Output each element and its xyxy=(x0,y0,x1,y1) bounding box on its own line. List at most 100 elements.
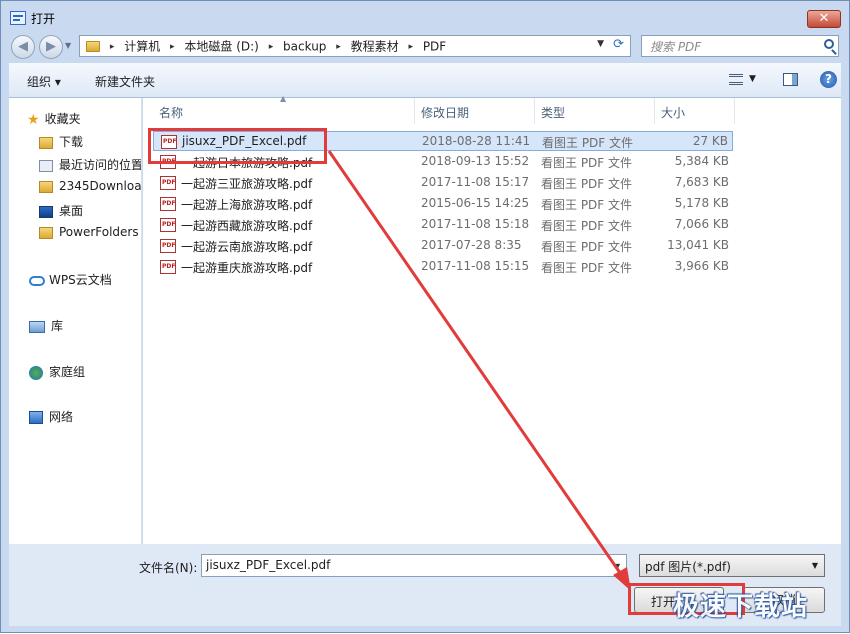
column-header-size[interactable]: 大小 xyxy=(661,104,685,121)
desktop-icon xyxy=(39,205,53,218)
file-size: 13,041 KB xyxy=(667,238,729,252)
file-date: 2015-06-15 14:25 xyxy=(421,196,530,210)
network-icon xyxy=(29,411,43,424)
file-type: 看图王 PDF 文件 xyxy=(542,136,634,150)
sidebar-item-network[interactable]: 网络 xyxy=(29,408,73,425)
pdf-file-icon xyxy=(160,239,176,253)
column-divider[interactable] xyxy=(414,98,415,124)
file-size: 5,178 KB xyxy=(674,196,729,210)
command-bar: 组织 ▾ 新建文件夹 ▼ ? xyxy=(9,63,841,98)
file-type: 看图王 PDF 文件 xyxy=(541,240,633,254)
breadcrumb-backup[interactable]: backup xyxy=(283,40,326,54)
sidebar-item-label: 2345Downloads xyxy=(59,179,142,193)
pdf-file-icon xyxy=(160,197,176,211)
sidebar-item-label: PowerFolders xyxy=(59,225,139,239)
chevron-right-icon[interactable]: ▸ xyxy=(170,42,175,52)
filename-field[interactable]: jisuxz_PDF_Excel.pdf xyxy=(201,554,627,577)
file-size: 27 KB xyxy=(692,134,728,148)
sort-ascending-icon: ▲ xyxy=(280,94,287,103)
file-date: 2017-11-08 15:18 xyxy=(421,217,530,231)
watermark-logo: 极速下载站 xyxy=(673,592,809,622)
preview-pane-icon[interactable] xyxy=(783,73,798,86)
file-date: 2017-11-08 15:17 xyxy=(421,175,530,189)
chevron-right-icon[interactable]: ▸ xyxy=(110,42,115,52)
view-dropdown-icon[interactable]: ▼ xyxy=(749,74,756,84)
file-date: 2018-09-13 15:52 xyxy=(421,154,530,168)
breadcrumb-materials[interactable]: 教程素材 xyxy=(351,40,399,54)
file-name: 一起游西藏旅游攻略.pdf xyxy=(181,219,313,233)
column-divider[interactable] xyxy=(534,98,535,124)
folder-icon xyxy=(86,41,100,52)
sidebar-item-label: 收藏夹 xyxy=(44,112,81,126)
sidebar-item-label: 最近访问的位置 xyxy=(59,158,142,172)
close-button[interactable]: ✕ xyxy=(807,10,841,28)
view-options-icon[interactable] xyxy=(729,74,743,85)
file-date: 2017-11-08 15:15 xyxy=(421,259,530,273)
file-row[interactable]: 一起游重庆旅游攻略.pdf 2017-11-08 15:15 看图王 PDF 文… xyxy=(153,257,733,277)
back-button[interactable]: ◀ xyxy=(11,35,35,59)
file-name: 一起游云南旅游攻略.pdf xyxy=(181,240,313,254)
address-dropdown-icon[interactable]: ▼ xyxy=(597,39,604,49)
recent-places-icon xyxy=(39,159,53,172)
file-row[interactable]: 一起游上海旅游攻略.pdf 2015-06-15 14:25 看图王 PDF 文… xyxy=(153,194,733,214)
sidebar-item-label: 桌面 xyxy=(59,204,84,218)
file-name: 一起游上海旅游攻略.pdf xyxy=(181,198,313,212)
sidebar-item-downloads[interactable]: 下载 xyxy=(39,133,83,150)
sidebar-item-2345downloads[interactable]: 2345Downloads xyxy=(39,179,142,193)
folder-icon xyxy=(39,226,53,239)
chevron-right-icon[interactable]: ▸ xyxy=(336,42,341,52)
sidebar-item-favorites[interactable]: ★ 收藏夹 xyxy=(27,110,81,128)
column-divider[interactable] xyxy=(654,98,655,124)
sidebar-item-label: WPS云文档 xyxy=(49,273,112,287)
sidebar-item-wps-cloud[interactable]: WPS云文档 xyxy=(29,271,112,288)
breadcrumb-pdf[interactable]: PDF xyxy=(423,40,446,54)
sidebar-item-label: 库 xyxy=(51,319,64,333)
column-header-name[interactable]: 名称 xyxy=(159,104,183,121)
sidebar-item-label: 网络 xyxy=(49,410,74,424)
pdf-file-icon xyxy=(160,260,176,274)
column-header-type[interactable]: 类型 xyxy=(541,104,565,121)
search-box[interactable] xyxy=(641,35,839,57)
pdf-file-icon xyxy=(160,176,176,190)
breadcrumb: ▸ 计算机 ▸ 本地磁盘 (D:) ▸ backup ▸ 教程素材 ▸ PDF xyxy=(86,38,446,55)
filetype-select[interactable]: pdf 图片(*.pdf) ▼ xyxy=(639,554,825,577)
highlight-box-file xyxy=(148,128,327,164)
file-size: 7,683 KB xyxy=(674,175,729,189)
new-folder-button[interactable]: 新建文件夹 xyxy=(95,73,155,90)
star-icon: ★ xyxy=(27,111,40,128)
forward-button[interactable]: ▶ xyxy=(39,35,63,59)
breadcrumb-drive[interactable]: 本地磁盘 (D:) xyxy=(184,40,258,54)
open-dialog: 打开 ✕ ◀ ▶ ▼ ▸ 计算机 ▸ 本地磁盘 (D:) ▸ backup ▸ … xyxy=(0,0,850,633)
help-icon[interactable]: ? xyxy=(820,71,837,88)
organize-button[interactable]: 组织 ▾ xyxy=(27,73,61,90)
file-row[interactable]: 一起游云南旅游攻略.pdf 2017-07-28 8:35 看图王 PDF 文件… xyxy=(153,236,733,256)
refresh-icon[interactable]: ⟳ xyxy=(613,37,624,52)
sidebar-item-desktop[interactable]: 桌面 xyxy=(39,202,83,219)
navigation-pane: ★ 收藏夹 下载 最近访问的位置 2345Downloads 桌面 PowerFo… xyxy=(9,98,142,544)
file-row[interactable]: 一起游西藏旅游攻略.pdf 2017-11-08 15:18 看图王 PDF 文… xyxy=(153,215,733,235)
file-type: 看图王 PDF 文件 xyxy=(541,156,633,170)
sidebar-item-recent[interactable]: 最近访问的位置 xyxy=(39,156,142,173)
chevron-right-icon[interactable]: ▸ xyxy=(408,42,413,52)
sidebar-item-homegroup[interactable]: 家庭组 xyxy=(29,363,85,380)
filename-dropdown-icon[interactable]: ▼ xyxy=(614,562,620,571)
sidebar-item-libraries[interactable]: 库 xyxy=(29,317,63,334)
search-input[interactable] xyxy=(648,38,812,56)
breadcrumb-computer[interactable]: 计算机 xyxy=(124,40,160,54)
search-icon[interactable] xyxy=(824,39,834,49)
column-header-date[interactable]: 修改日期 xyxy=(421,104,469,121)
dialog-icon xyxy=(10,11,26,25)
file-list: ▲ 名称 修改日期 类型 大小 jisuxz_PDF_Excel.pdf 201… xyxy=(143,94,841,544)
file-date: 2017-07-28 8:35 xyxy=(421,238,522,252)
chevron-right-icon[interactable]: ▸ xyxy=(269,42,274,52)
chevron-down-icon: ▼ xyxy=(811,561,818,570)
recent-locations-dropdown[interactable]: ▼ xyxy=(65,41,71,50)
column-divider[interactable] xyxy=(734,98,735,124)
address-bar[interactable]: ▸ 计算机 ▸ 本地磁盘 (D:) ▸ backup ▸ 教程素材 ▸ PDF … xyxy=(79,35,631,57)
homegroup-icon xyxy=(29,365,43,380)
file-row[interactable]: 一起游三亚旅游攻略.pdf 2017-11-08 15:17 看图王 PDF 文… xyxy=(153,173,733,193)
file-type: 看图王 PDF 文件 xyxy=(541,198,633,212)
window-title: 打开 xyxy=(31,12,56,26)
file-size: 7,066 KB xyxy=(674,217,729,231)
sidebar-item-powerfolders[interactable]: PowerFolders xyxy=(39,225,139,239)
